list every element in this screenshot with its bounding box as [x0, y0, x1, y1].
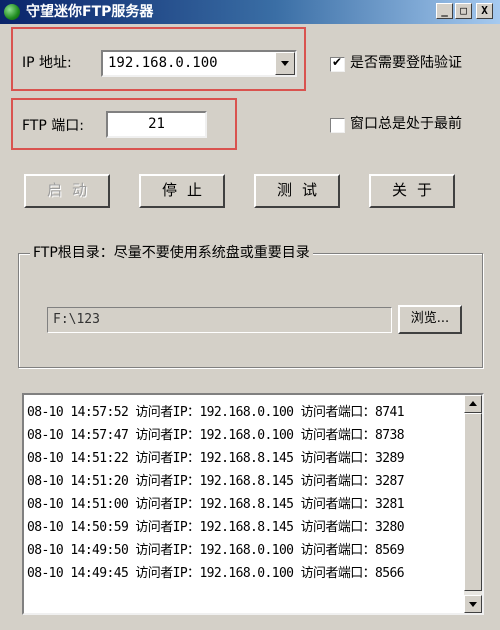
ftp-root-path-field: F:\123 — [47, 307, 392, 333]
about-button[interactable]: 关于 — [369, 174, 455, 208]
close-button[interactable]: X — [476, 3, 493, 19]
minimize-button[interactable]: _ — [436, 3, 453, 19]
ip-address-combobox[interactable]: 192.168.0.100 — [101, 50, 297, 77]
ftp-port-input[interactable]: 21 — [106, 111, 207, 138]
log-line: 08-10 14:51:22 访问者IP：192.168.8.145 访问者端口… — [27, 451, 405, 466]
ip-address-label: IP 地址: — [22, 55, 72, 71]
ftp-root-path-value: F:\123 — [53, 312, 100, 327]
arrow-up-icon[interactable] — [464, 395, 482, 413]
log-line: 08-10 14:57:52 访问者IP：192.168.0.100 访问者端口… — [27, 405, 405, 420]
chevron-down-icon[interactable] — [275, 52, 295, 75]
ftp-port-value: 21 — [148, 116, 165, 132]
log-scrollbar[interactable] — [464, 395, 482, 613]
log-line: 08-10 14:49:45 访问者IP：192.168.0.100 访问者端口… — [27, 566, 405, 581]
title-bar[interactable]: 守望迷你FTP服务器 _ □ X — [0, 0, 500, 24]
window-title: 守望迷你FTP服务器 — [26, 4, 154, 20]
always-on-top-checkbox[interactable] — [330, 118, 345, 133]
ftp-server-window: 守望迷你FTP服务器 _ □ X IP 地址: 192.168.0.100 是否… — [0, 0, 500, 630]
stop-button[interactable]: 停止 — [139, 174, 225, 208]
access-log-list[interactable]: 08-10 14:57:52 访问者IP：192.168.0.100 访问者端口… — [22, 393, 484, 615]
login-verify-checkbox[interactable] — [330, 55, 345, 72]
test-button[interactable]: 测试 — [254, 174, 340, 208]
ftp-port-label: FTP 端口: — [22, 118, 84, 134]
log-line: 08-10 14:50:59 访问者IP：192.168.8.145 访问者端口… — [27, 520, 405, 535]
ftp-server-icon — [4, 4, 20, 20]
log-line: 08-10 14:57:47 访问者IP：192.168.0.100 访问者端口… — [27, 428, 405, 443]
arrow-down-icon[interactable] — [464, 595, 482, 613]
browse-button[interactable]: 浏览... — [398, 305, 462, 334]
scrollbar-thumb[interactable] — [464, 413, 482, 591]
ftp-root-group-title: FTP根目录：尽量不要使用系统盘或重要目录 — [30, 244, 313, 262]
access-log-lines: 08-10 14:57:52 访问者IP：192.168.0.100 访问者端口… — [27, 401, 465, 585]
log-line: 08-10 14:51:20 访问者IP：192.168.8.145 访问者端口… — [27, 474, 405, 489]
ip-address-value: 192.168.0.100 — [108, 55, 218, 71]
log-line: 08-10 14:51:00 访问者IP：192.168.8.145 访问者端口… — [27, 497, 405, 512]
login-verify-label[interactable]: 是否需要登陆验证 — [350, 54, 462, 72]
log-line: 08-10 14:49:50 访问者IP：192.168.0.100 访问者端口… — [27, 543, 405, 558]
start-button[interactable]: 启动 — [24, 174, 110, 208]
maximize-button[interactable]: □ — [455, 3, 472, 19]
always-on-top-label[interactable]: 窗口总是处于最前 — [350, 115, 462, 133]
